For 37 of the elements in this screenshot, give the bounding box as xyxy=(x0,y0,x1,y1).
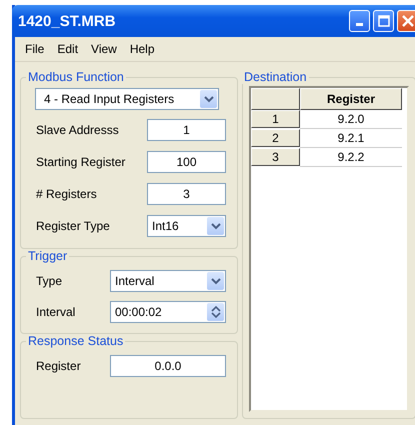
maximize-icon[interactable] xyxy=(378,15,390,27)
close-button[interactable] xyxy=(397,10,415,32)
close-icon[interactable] xyxy=(402,15,414,27)
input-field[interactable]: 100 xyxy=(147,151,226,173)
dropdown-field[interactable]: Int16 xyxy=(147,215,226,237)
group-title: Response Status xyxy=(27,334,124,348)
row-header[interactable]: 1 xyxy=(251,110,300,128)
menu-item[interactable]: File xyxy=(19,42,52,56)
field-label: # Registers xyxy=(36,187,97,201)
table-cell: 9.2.2 xyxy=(300,148,402,167)
row-header[interactable]: 2 xyxy=(251,129,300,147)
field-label: Register Type xyxy=(36,219,110,233)
row-header[interactable]: 3 xyxy=(251,148,300,166)
group-title: Destination xyxy=(243,70,308,84)
function-dropdown[interactable]: 4 - Read Input Registers xyxy=(35,88,219,110)
field-label: Type xyxy=(36,274,62,288)
input-field[interactable]: 3 xyxy=(147,183,226,205)
spin-arrows-icon[interactable] xyxy=(207,302,224,320)
menu-item[interactable]: Help xyxy=(124,42,162,56)
table-cell: 9.2.1 xyxy=(300,129,402,148)
field-label: Starting Register xyxy=(36,155,126,169)
field-label: Interval xyxy=(36,304,76,318)
group-title: Trigger xyxy=(27,249,68,263)
maximize-button[interactable] xyxy=(373,10,394,32)
time-spin-field[interactable]: 00:00:02 xyxy=(110,300,226,322)
minimize-button[interactable] xyxy=(349,10,370,32)
column-header[interactable]: Register xyxy=(300,88,402,110)
field-label: Register xyxy=(36,358,81,372)
menu-item[interactable]: View xyxy=(85,42,124,56)
window-title: 1420_ST.MRB xyxy=(18,12,116,30)
input-field[interactable]: 1 xyxy=(147,119,226,141)
field-label: Slave Addresss xyxy=(36,123,119,137)
menu-item[interactable]: Edit xyxy=(51,42,86,56)
group-title: Modbus Function xyxy=(27,70,125,84)
dropdown-field[interactable]: Interval xyxy=(110,270,226,292)
table-cell: 9.2.0 xyxy=(300,110,402,129)
input-field[interactable]: 0.0.0 xyxy=(110,354,226,376)
